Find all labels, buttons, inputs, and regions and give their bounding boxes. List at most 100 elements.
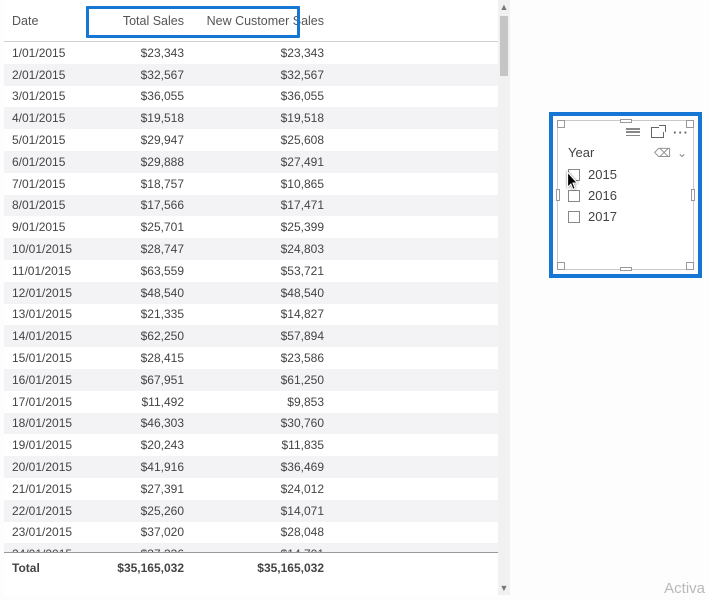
scroll-down-button[interactable]: ▼ [498,581,510,595]
cell-total-sales: $19,518 [84,111,192,125]
checkbox[interactable] [568,211,580,223]
table-row[interactable]: 8/01/2015$17,566$17,471 [4,195,510,217]
table-visual[interactable]: Date Total Sales New Customer Sales 1/01… [4,0,510,595]
cell-total-sales: $67,951 [84,373,192,387]
cell-date: 14/01/2015 [4,329,84,343]
table-row[interactable]: 17/01/2015$11,492$9,853 [4,391,510,413]
checkbox[interactable] [568,190,580,202]
table-header: Date Total Sales New Customer Sales [4,0,510,42]
table-row[interactable]: 9/01/2015$25,701$25,399 [4,216,510,238]
table-row[interactable]: 22/01/2015$25,260$14,071 [4,500,510,522]
table-row[interactable]: 21/01/2015$27,391$24,012 [4,478,510,500]
clear-selections-icon[interactable]: ⌫ [654,146,671,160]
table-row[interactable]: 7/01/2015$18,757$10,865 [4,173,510,195]
resize-handle[interactable] [620,267,632,271]
cell-new-customer-sales: $24,803 [192,242,332,256]
focus-mode-icon[interactable] [649,125,665,139]
table-row[interactable]: 2/01/2015$32,567$32,567 [4,64,510,86]
table-row[interactable]: 23/01/2015$37,020$28,048 [4,522,510,544]
resize-handle[interactable] [686,262,694,270]
table-row[interactable]: 20/01/2015$41,916$36,469 [4,456,510,478]
cell-date: 5/01/2015 [4,133,84,147]
cell-date: 9/01/2015 [4,220,84,234]
cell-date: 18/01/2015 [4,416,84,430]
resize-handle[interactable] [556,189,560,201]
resize-handle[interactable] [557,120,565,128]
footer-total-sales: $35,165,032 [84,561,192,575]
cell-total-sales: $23,343 [84,46,192,60]
cell-total-sales: $32,567 [84,68,192,82]
column-header-total-sales[interactable]: Total Sales [84,0,192,41]
resize-handle[interactable] [686,120,694,128]
resize-handle[interactable] [620,119,632,123]
cell-date: 13/01/2015 [4,307,84,321]
cell-new-customer-sales: $10,865 [192,177,332,191]
table-row[interactable]: 10/01/2015$28,747$24,803 [4,238,510,260]
cell-new-customer-sales: $25,399 [192,220,332,234]
cell-total-sales: $25,260 [84,504,192,518]
cell-new-customer-sales: $9,853 [192,395,332,409]
cell-new-customer-sales: $23,343 [192,46,332,60]
table-body[interactable]: 1/01/2015$23,343$23,3432/01/2015$32,567$… [4,42,510,552]
table-scrollbar[interactable]: ▲ ▼ [498,0,510,595]
table-row[interactable]: 14/01/2015$62,250$57,894 [4,325,510,347]
slicer-title: Year [568,145,594,160]
cell-total-sales: $63,559 [84,264,192,278]
cell-date: 15/01/2015 [4,351,84,365]
cell-date: 23/01/2015 [4,525,84,539]
slicer-item[interactable]: 2015 [568,164,687,185]
slicer-item-label: 2015 [588,167,617,182]
cell-new-customer-sales: $17,471 [192,198,332,212]
cell-new-customer-sales: $61,250 [192,373,332,387]
cell-date: 12/01/2015 [4,286,84,300]
activation-watermark: Activa [664,580,705,597]
year-slicer[interactable]: ··· Year ⌫ ⌄ 201520162017 [557,120,694,270]
cell-total-sales: $28,747 [84,242,192,256]
table-row[interactable]: 1/01/2015$23,343$23,343 [4,42,510,64]
cell-date: 16/01/2015 [4,373,84,387]
cell-new-customer-sales: $48,540 [192,286,332,300]
column-header-date[interactable]: Date [4,0,84,41]
table-row[interactable]: 24/01/2015$37,336$14,701 [4,543,510,552]
table-row[interactable]: 18/01/2015$46,303$30,760 [4,413,510,435]
cell-total-sales: $20,243 [84,438,192,452]
table-row[interactable]: 5/01/2015$29,947$25,608 [4,129,510,151]
cell-total-sales: $29,888 [84,155,192,169]
footer-label: Total [4,561,84,575]
cell-new-customer-sales: $28,048 [192,525,332,539]
resize-handle[interactable] [557,262,565,270]
scroll-thumb[interactable] [500,16,508,76]
column-header-new-customer-sales[interactable]: New Customer Sales [192,0,332,41]
cell-date: 24/01/2015 [4,547,84,552]
cell-total-sales: $37,336 [84,547,192,552]
cell-new-customer-sales: $14,071 [192,504,332,518]
chevron-down-icon[interactable]: ⌄ [677,146,687,160]
cell-date: 6/01/2015 [4,155,84,169]
scroll-up-button[interactable]: ▲ [498,0,510,14]
slicer-item[interactable]: 2017 [568,206,687,227]
table-row[interactable]: 13/01/2015$21,335$14,827 [4,304,510,326]
checkbox[interactable] [568,169,580,181]
slicer-item[interactable]: 2016 [568,185,687,206]
table-row[interactable]: 19/01/2015$20,243$11,835 [4,434,510,456]
cell-date: 11/01/2015 [4,264,84,278]
cell-new-customer-sales: $36,055 [192,89,332,103]
table-row[interactable]: 12/01/2015$48,540$48,540 [4,282,510,304]
cell-date: 10/01/2015 [4,242,84,256]
table-row[interactable]: 16/01/2015$67,951$61,250 [4,369,510,391]
table-row[interactable]: 4/01/2015$19,518$19,518 [4,107,510,129]
cell-date: 1/01/2015 [4,46,84,60]
resize-handle[interactable] [691,189,695,201]
cell-new-customer-sales: $53,721 [192,264,332,278]
cell-total-sales: $41,916 [84,460,192,474]
table-row[interactable]: 6/01/2015$29,888$27,491 [4,151,510,173]
slicer-items: 2015 2016 2017 [558,164,693,233]
cell-date: 20/01/2015 [4,460,84,474]
drag-grip-icon[interactable] [625,125,641,139]
table-row[interactable]: 11/01/2015$63,559$53,721 [4,260,510,282]
table-row[interactable]: 3/01/2015$36,055$36,055 [4,86,510,108]
table-row[interactable]: 15/01/2015$28,415$23,586 [4,347,510,369]
cell-total-sales: $28,415 [84,351,192,365]
cell-total-sales: $29,947 [84,133,192,147]
slicer-item-label: 2017 [588,209,617,224]
